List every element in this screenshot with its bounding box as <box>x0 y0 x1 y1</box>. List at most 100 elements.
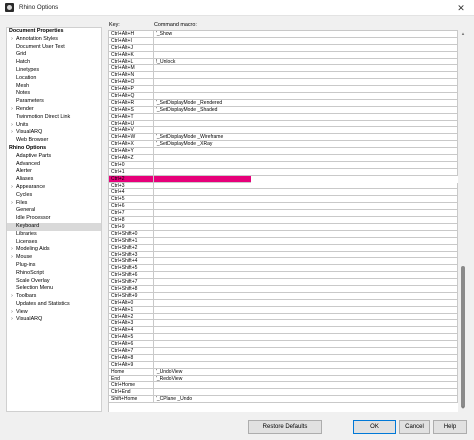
tree-item[interactable]: RhinoScript <box>7 270 101 278</box>
command-macro-cell[interactable] <box>153 354 458 362</box>
command-macro-cell[interactable] <box>153 79 458 87</box>
tree-item[interactable]: Parameters <box>7 98 101 106</box>
shortcut-key-cell[interactable]: Ctrl+Alt+1 <box>109 306 154 314</box>
command-macro-cell[interactable] <box>153 44 458 52</box>
command-macro-cell[interactable] <box>153 127 458 135</box>
shortcut-key-cell[interactable]: Ctrl+1 <box>109 168 154 176</box>
shortcut-key-cell[interactable]: Ctrl+Alt+T <box>109 113 154 121</box>
shortcut-key-cell[interactable]: Ctrl+Alt+W <box>109 134 154 142</box>
tree-item[interactable]: Mesh <box>7 83 101 91</box>
shortcut-key-cell[interactable]: Ctrl+Alt+S <box>109 106 154 114</box>
shortcut-key-cell[interactable]: Home <box>109 368 154 376</box>
expand-chevron-icon[interactable]: › <box>9 316 15 324</box>
expand-chevron-icon[interactable]: › <box>9 200 15 208</box>
tree-item[interactable]: Hatch <box>7 59 101 67</box>
tree-item[interactable]: Plug-ins <box>7 262 101 270</box>
tree-item[interactable]: › Annotation Styles <box>7 36 101 44</box>
shortcut-key-cell[interactable]: Ctrl+Alt+P <box>109 86 154 94</box>
shortcut-row[interactable]: Ctrl+0 <box>109 161 458 169</box>
shortcut-key-cell[interactable]: Ctrl+Alt+L <box>109 58 154 66</box>
tree-category[interactable]: Document Properties <box>7 28 101 36</box>
shortcut-key-cell[interactable]: Ctrl+Alt+N <box>109 72 154 80</box>
shortcut-key-cell[interactable]: Ctrl+Alt+J <box>109 44 154 52</box>
command-macro-cell[interactable] <box>153 292 458 300</box>
command-macro-cell[interactable] <box>153 299 458 307</box>
shortcut-key-cell[interactable]: Ctrl+Alt+6 <box>109 341 154 348</box>
shortcut-key-cell[interactable]: Ctrl+Shift+2 <box>109 244 154 252</box>
shortcut-row[interactable]: Ctrl+End <box>109 389 458 397</box>
shortcut-key-cell[interactable]: Ctrl+Shift+5 <box>109 265 154 273</box>
shortcut-key-cell[interactable]: Ctrl+Alt+R <box>109 99 154 107</box>
tree-item[interactable]: › Toolbars <box>7 293 101 301</box>
tree-item[interactable]: Scale Overlay <box>7 278 101 286</box>
shortcut-key-cell[interactable]: Ctrl+Alt+3 <box>109 320 154 328</box>
cancel-button[interactable]: Cancel <box>399 420 430 434</box>
shortcut-row[interactable]: Ctrl+1 <box>109 168 458 176</box>
tree-item[interactable]: Cycles <box>7 192 101 200</box>
shortcut-key-cell[interactable]: Ctrl+Alt+4 <box>109 327 154 335</box>
tree-item[interactable]: Libraries <box>7 231 101 239</box>
shortcut-row[interactable]: Ctrl+7 <box>109 210 458 218</box>
command-macro-cell[interactable] <box>153 327 458 335</box>
tree-item[interactable]: › Modeling Aids <box>7 246 101 254</box>
tree-item[interactable]: Advanced <box>7 161 101 169</box>
shortcut-row[interactable]: Home '_UndoView <box>109 368 458 376</box>
tree-item[interactable]: Keyboard <box>7 222 101 231</box>
shortcut-row[interactable]: Ctrl+Alt+6 <box>109 341 458 348</box>
shortcut-row[interactable]: Ctrl+Alt+I <box>109 37 458 45</box>
shortcut-row[interactable]: Ctrl+Alt+Z <box>109 155 458 162</box>
shortcut-row[interactable]: Ctrl+2 <box>109 175 458 183</box>
tree-item[interactable]: › VisualARQ <box>7 316 101 324</box>
shortcut-row[interactable]: Ctrl+Alt+9 <box>109 361 458 369</box>
scroll-down-arrow-icon[interactable]: ▾ <box>459 404 467 412</box>
shortcut-row[interactable]: Ctrl+5 <box>109 196 458 204</box>
shortcut-row[interactable]: Ctrl+Shift+8 <box>109 285 458 293</box>
expand-chevron-icon[interactable]: › <box>9 309 15 317</box>
command-macro-cell[interactable] <box>153 93 458 100</box>
command-macro-cell[interactable] <box>153 72 458 80</box>
shortcut-key-cell[interactable]: Ctrl+Alt+I <box>109 37 154 45</box>
tree-item[interactable]: Location <box>7 75 101 83</box>
shortcut-row[interactable]: Ctrl+4 <box>109 189 458 197</box>
shortcut-key-cell[interactable]: Ctrl+4 <box>109 189 154 197</box>
shortcut-key-cell[interactable]: Ctrl+5 <box>109 196 154 204</box>
command-macro-cell[interactable] <box>153 120 458 128</box>
tree-item[interactable]: Updates and Statistics <box>7 301 101 309</box>
command-macro-cell[interactable] <box>153 168 458 176</box>
shortcut-key-cell[interactable]: Ctrl+Alt+9 <box>109 361 154 369</box>
scrollbar-thumb[interactable] <box>461 266 465 408</box>
tree-item[interactable]: Document User Text <box>7 44 101 52</box>
command-macro-cell[interactable]: '_UndoView <box>153 368 458 376</box>
shortcut-key-cell[interactable]: Ctrl+6 <box>109 203 154 211</box>
scroll-up-arrow-icon[interactable]: ▴ <box>459 30 467 38</box>
shortcut-row[interactable]: Ctrl+Alt+Y <box>109 148 458 156</box>
command-macro-cell[interactable]: '_SetDisplayMode _XRay <box>153 141 458 149</box>
shortcut-key-cell[interactable]: Ctrl+Shift+9 <box>109 292 154 300</box>
options-tree[interactable]: Document Properties › Annotation Styles Doc… <box>6 27 102 412</box>
command-macro-cell[interactable] <box>153 37 458 45</box>
shortcut-row[interactable]: Ctrl+Shift+0 <box>109 230 458 238</box>
command-macro-cell[interactable]: '_SetDisplayMode _Shaded <box>153 106 458 114</box>
tree-item[interactable]: Notes <box>7 90 101 98</box>
shortcut-row[interactable]: Ctrl+Alt+J <box>109 44 458 52</box>
command-macro-cell[interactable] <box>153 389 458 397</box>
shortcut-key-cell[interactable]: Ctrl+Alt+8 <box>109 354 154 362</box>
shortcut-key-cell[interactable]: Ctrl+3 <box>109 182 154 190</box>
command-macro-cell[interactable] <box>153 51 458 59</box>
tree-item[interactable]: Alerter <box>7 168 101 176</box>
command-macro-cell[interactable] <box>153 189 458 197</box>
shortcut-row[interactable]: Ctrl+Alt+U <box>109 120 458 128</box>
ok-button[interactable]: OK <box>353 420 396 434</box>
tree-item[interactable]: Linetypes <box>7 67 101 75</box>
shortcut-row[interactable]: Ctrl+Alt+O <box>109 79 458 87</box>
shortcut-key-cell[interactable]: Shift+Home <box>109 396 154 404</box>
command-macro-cell[interactable] <box>153 86 458 94</box>
command-macro-cell[interactable] <box>153 155 458 162</box>
shortcut-row[interactable]: Ctrl+Alt+M <box>109 65 458 73</box>
command-macro-cell[interactable] <box>153 65 458 73</box>
shortcut-row[interactable]: Ctrl+Shift+2 <box>109 244 458 252</box>
tree-item[interactable]: Twinmotion Direct Link <box>7 114 101 122</box>
shortcut-key-cell[interactable]: Ctrl+Alt+Y <box>109 148 154 156</box>
shortcut-key-cell[interactable]: Ctrl+Alt+7 <box>109 347 154 355</box>
keyboard-shortcut-grid[interactable]: Ctrl+Alt+H '_Show Ctrl+Alt+I Ctrl+Alt+J Ctrl… <box>108 30 458 412</box>
